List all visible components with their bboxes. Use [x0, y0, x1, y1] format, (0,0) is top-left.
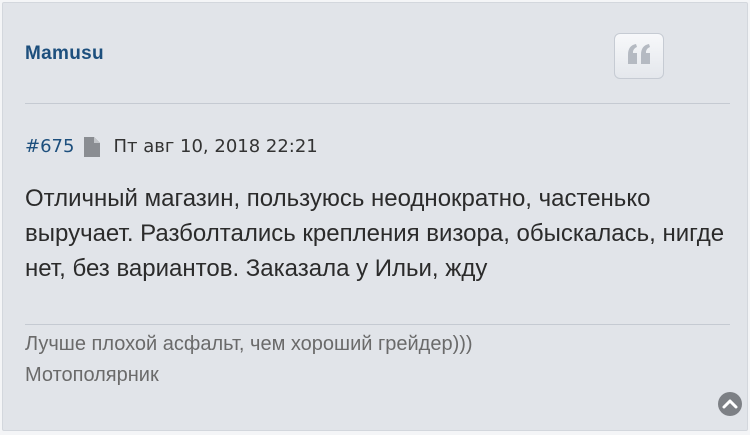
chevron-up-circle-icon	[717, 391, 743, 422]
scroll-top-button[interactable]	[717, 391, 743, 422]
signature-line-1: Лучше плохой асфальт, чем хороший грейде…	[25, 333, 473, 355]
file-icon[interactable]	[84, 136, 101, 157]
signature-divider	[25, 324, 730, 325]
post-number-link[interactable]: #675	[25, 136, 74, 157]
post-container: Mamusu #675 Пт авг 10, 2018 22:21 Отличн…	[2, 2, 748, 431]
header-divider	[25, 103, 730, 104]
post-date: Пт авг 10, 2018 22:21	[113, 136, 318, 157]
quote-button[interactable]	[614, 33, 664, 79]
post-meta: #675 Пт авг 10, 2018 22:21	[25, 136, 318, 157]
post-author[interactable]: Mamusu	[25, 43, 104, 65]
quote-icon	[626, 43, 652, 69]
post-content: Отличный магазин, пользуюсь неоднократно…	[25, 185, 725, 282]
signature-line-2: Мотополярник	[25, 364, 159, 386]
